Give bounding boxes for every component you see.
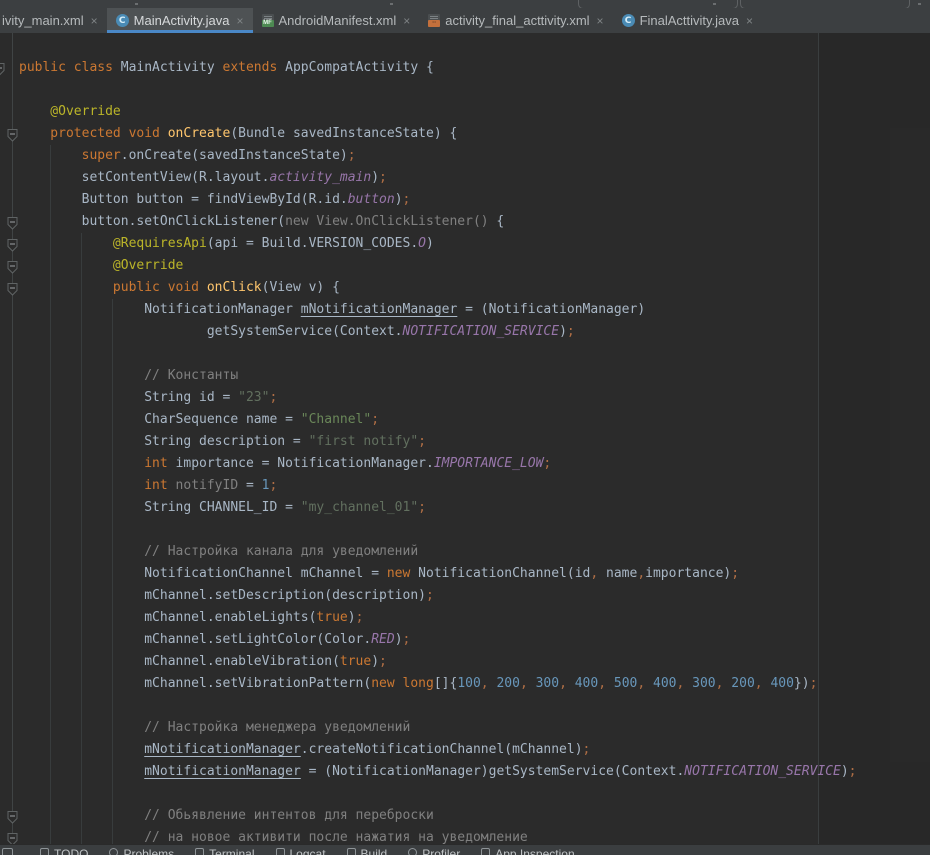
editor-tabs: ivity_main.xml × C MainActivity.java × MF Andr… <box>0 8 930 33</box>
code-line: mNotificationManager.createNotificationC… <box>19 739 857 761</box>
code-line: mChannel.enableVibration(true); <box>19 651 857 673</box>
code-line: mNotificationManager = (NotificationMana… <box>19 761 857 783</box>
tool-window-button-profiler[interactable]: Profiler <box>408 847 460 855</box>
code-line <box>19 343 857 365</box>
tool-window-label: Profiler <box>422 847 460 855</box>
code-line: // Настройка канала для уведомлений <box>19 541 857 563</box>
tab-activity-final-acttivity-xml[interactable]: ·· activity_final_acttivity.xml × <box>419 8 612 33</box>
tool-window-stub-icon <box>2 848 13 855</box>
code-line: NotificationChannel mChannel = new Notif… <box>19 563 857 585</box>
code-line: Button button = findViewById(R.id.button… <box>19 189 857 211</box>
tab-label: FinalActtivity.java <box>640 13 739 28</box>
tool-window-button-terminal[interactable]: Terminal <box>195 847 254 855</box>
code-text: public class MainActivity extends AppCom… <box>19 57 857 844</box>
tool-window-label: Logcat <box>290 847 326 855</box>
tab-finalacttivity-java[interactable]: C FinalActtivity.java × <box>613 8 762 33</box>
tool-window-label: Terminal <box>209 847 254 855</box>
logcat-icon <box>276 848 285 855</box>
tab-close-icon[interactable]: × <box>91 15 98 27</box>
code-line <box>19 79 857 101</box>
code-line: // Обьявление интентов для переброски <box>19 805 857 827</box>
code-line: // на новое активити после нажатия на ув… <box>19 827 857 844</box>
tool-window-label: App Inspection <box>495 847 574 855</box>
fold-marker-icon[interactable] <box>6 216 19 230</box>
tool-window-label: TODO <box>54 847 88 855</box>
tab-label: ivity_main.xml <box>2 13 84 28</box>
tab-close-icon[interactable]: × <box>236 15 243 27</box>
fold-marker-icon[interactable] <box>6 238 19 252</box>
code-line: protected void onCreate(Bundle savedInst… <box>19 123 857 145</box>
code-line <box>19 519 857 541</box>
tool-window-label: Problems <box>123 847 174 855</box>
code-line: setContentView(R.layout.activity_main); <box>19 167 857 189</box>
code-line: mChannel.setLightColor(Color.RED); <box>19 629 857 651</box>
main-toolbar <box>0 0 930 8</box>
code-line: String description = "first notify"; <box>19 431 857 453</box>
code-line: NotificationManager mNotificationManager… <box>19 299 857 321</box>
code-editor[interactable]: public class MainActivity extends AppCom… <box>0 33 930 844</box>
tab-label: MainActivity.java <box>134 13 230 28</box>
java-class-icon: C <box>622 14 635 27</box>
code-line: mChannel.enableLights(true); <box>19 607 857 629</box>
code-line: // Настройка менеджера уведомлений <box>19 717 857 739</box>
build-icon <box>347 848 356 855</box>
code-line: public void onClick(View v) { <box>19 277 857 299</box>
tool-window-label: Build <box>361 847 388 855</box>
toolbar-tick <box>390 3 393 5</box>
fold-marker-icon[interactable] <box>0 62 6 76</box>
tab-mainactivity-java[interactable]: C MainActivity.java × <box>107 8 253 33</box>
code-line: button.setOnClickListener(new View.OnCli… <box>19 211 857 233</box>
java-class-icon: C <box>116 14 129 27</box>
layout-file-icon: ·· <box>428 14 440 27</box>
code-line: getSystemService(Context.NOTIFICATION_SE… <box>19 321 857 343</box>
tool-window-button-build[interactable]: Build <box>347 847 388 855</box>
tool-window-bar: TODO Problems Terminal Logcat Build Profiler A… <box>0 844 930 855</box>
tab-close-icon[interactable]: × <box>597 15 604 27</box>
tool-window-button-app-inspection[interactable]: App Inspection <box>481 847 574 855</box>
code-line: CharSequence name = "Channel"; <box>19 409 857 431</box>
problems-icon <box>109 848 118 855</box>
code-line <box>19 695 857 717</box>
code-line: @Override <box>19 101 857 123</box>
code-line: int notifyID = 1; <box>19 475 857 497</box>
toolbar-tick <box>918 3 921 5</box>
profiler-icon <box>408 848 417 855</box>
toolbar-tick <box>135 3 138 5</box>
code-line: super.onCreate(savedInstanceState); <box>19 145 857 167</box>
tab-androidmanifest-xml[interactable]: MF AndroidManifest.xml × <box>253 8 420 33</box>
code-line: int importance = NotificationManager.IMP… <box>19 453 857 475</box>
manifest-file-icon: MF <box>262 14 274 27</box>
tool-window-button-problems[interactable]: Problems <box>109 847 174 855</box>
device-selector-widget[interactable] <box>740 0 910 8</box>
fold-marker-icon[interactable] <box>6 810 19 824</box>
tab-ivity-main-xml[interactable]: ivity_main.xml × <box>0 8 107 33</box>
code-line: // Константы <box>19 365 857 387</box>
fold-marker-icon[interactable] <box>6 832 19 844</box>
code-line: String CHANNEL_ID = "my_channel_01"; <box>19 497 857 519</box>
tab-close-icon[interactable]: × <box>746 15 753 27</box>
app-inspection-icon <box>481 848 490 855</box>
code-line: @RequiresApi(api = Build.VERSION_CODES.O… <box>19 233 857 255</box>
fold-marker-icon[interactable] <box>6 260 19 274</box>
tool-window-button-todo[interactable]: TODO <box>40 847 88 855</box>
terminal-icon <box>195 848 204 855</box>
tab-close-icon[interactable]: × <box>403 15 410 27</box>
todo-icon <box>40 848 49 855</box>
tool-window-button-logcat[interactable]: Logcat <box>276 847 326 855</box>
tab-label: activity_final_acttivity.xml <box>445 13 589 28</box>
code-line: @Override <box>19 255 857 277</box>
fold-marker-icon[interactable] <box>6 282 19 296</box>
code-line <box>19 783 857 805</box>
code-line: public class MainActivity extends AppCom… <box>19 57 857 79</box>
code-line: mChannel.setVibrationPattern(new long[]{… <box>19 673 857 695</box>
fold-marker-icon[interactable] <box>6 128 19 142</box>
gutter-fold-line <box>12 33 13 844</box>
tab-label: AndroidManifest.xml <box>279 13 397 28</box>
code-line: String id = "23"; <box>19 387 857 409</box>
code-line: mChannel.setDescription(description); <box>19 585 857 607</box>
run-configuration-widget[interactable] <box>578 0 738 8</box>
